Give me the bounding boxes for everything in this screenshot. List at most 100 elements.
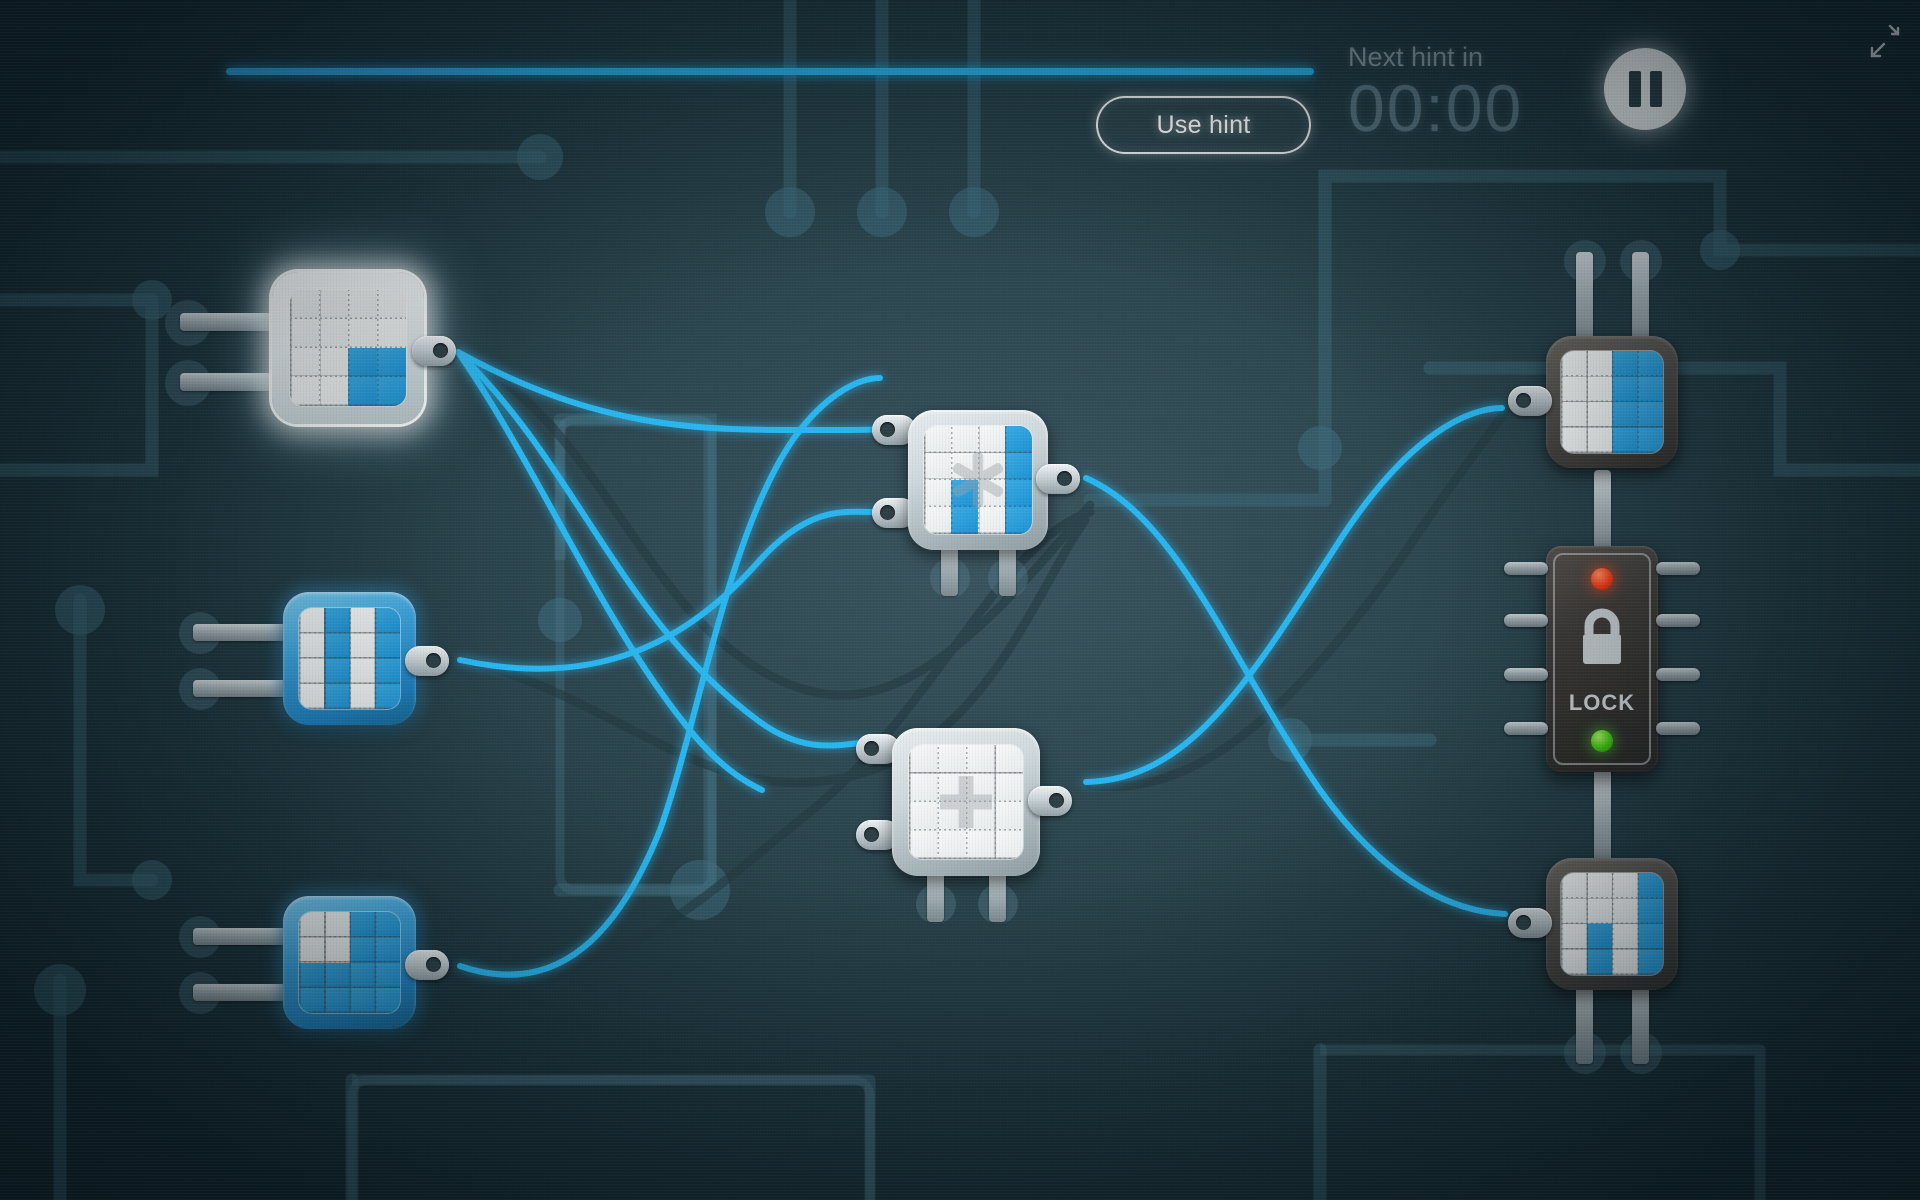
- chip-screen: [909, 745, 1023, 859]
- chip-cell: [1612, 376, 1638, 402]
- chip-target-top[interactable]: [1508, 240, 1678, 468]
- chip-port-left[interactable]: [1508, 908, 1552, 938]
- chip-cell: [324, 987, 350, 1013]
- chip-port-right[interactable]: [1028, 786, 1072, 816]
- shrink-icon[interactable]: [1862, 18, 1908, 64]
- chip-cell: [1005, 480, 1032, 507]
- chip-cell: [349, 608, 375, 634]
- chip-cell: [348, 290, 377, 319]
- chip-cell: [374, 912, 400, 938]
- lock-pin-left: [1504, 722, 1548, 735]
- chip-cell: [924, 480, 951, 507]
- chip-cell: [909, 745, 938, 774]
- chip-gate-plus[interactable]: [856, 728, 1072, 924]
- chip-cell: [349, 683, 375, 709]
- chip-cell: [1561, 898, 1587, 924]
- chip-cell: [374, 683, 400, 709]
- chip-cell: [1612, 427, 1638, 453]
- cable-gate2-target1[interactable]: [1083, 405, 1505, 785]
- chip-cell: [1005, 453, 1032, 480]
- chip-cell: [319, 377, 348, 406]
- chip-cell: [1637, 873, 1663, 899]
- chip-cell: [299, 937, 325, 963]
- chip-pin-left: [193, 680, 289, 697]
- chip-cell: [348, 377, 377, 406]
- chip-target-bottom[interactable]: [1508, 858, 1678, 1074]
- chip-cell: [1637, 898, 1663, 924]
- next-hint-block: Next hint in 00:00: [1348, 42, 1648, 141]
- use-hint-button[interactable]: Use hint: [1096, 96, 1311, 154]
- chip-cell: [1561, 873, 1587, 899]
- chip-cell: [299, 683, 325, 709]
- chip-cell: [324, 633, 350, 659]
- cable-source1-gate2[interactable]: [455, 349, 877, 749]
- chip-cell: [1637, 949, 1663, 975]
- chip-pin-left: [193, 624, 289, 641]
- chip-screen: [290, 290, 406, 406]
- chip-cell: [374, 633, 400, 659]
- chip-cell: [924, 426, 951, 453]
- chip-cell: [1586, 351, 1612, 377]
- cable-gate1-target2[interactable]: [1083, 475, 1508, 917]
- chip-cell: [324, 937, 350, 963]
- chip-cell: [978, 453, 1005, 480]
- chip-cell-grid: [290, 290, 406, 406]
- chip-cell: [1005, 426, 1032, 453]
- next-hint-label: Next hint in: [1348, 42, 1484, 72]
- chip-cell: [1612, 351, 1638, 377]
- lock-pin-left: [1504, 562, 1548, 575]
- chip-cell: [290, 377, 319, 406]
- chip-cell: [1612, 402, 1638, 428]
- chip-cell: [349, 658, 375, 684]
- chip-cell: [1586, 898, 1612, 924]
- chip-cell: [951, 453, 978, 480]
- chip-cell: [374, 987, 400, 1013]
- chip-pin-left: [193, 984, 289, 1001]
- chip-cell: [319, 348, 348, 377]
- chip-cell: [348, 348, 377, 377]
- chip-source-2[interactable]: [179, 592, 449, 725]
- chip-cell: [349, 962, 375, 988]
- pause-icon-bar: [1649, 71, 1662, 107]
- chip-cell: [1586, 873, 1612, 899]
- chip-cell-grid: [909, 745, 1023, 859]
- pause-button[interactable]: [1604, 48, 1686, 130]
- lock-led-red: [1591, 568, 1613, 590]
- chip-cell: [349, 912, 375, 938]
- chip-cell: [374, 658, 400, 684]
- chip-port-right[interactable]: [1036, 464, 1080, 494]
- chip-cell: [966, 830, 995, 859]
- chip-source-1[interactable]: [165, 272, 456, 424]
- chip-cell: [1612, 873, 1638, 899]
- chip-port-right[interactable]: [412, 336, 456, 366]
- cable-source1-loose[interactable]: [455, 349, 765, 793]
- chip-cell: [377, 377, 406, 406]
- chip-pin-top: [1632, 252, 1649, 348]
- chip-cell: [924, 507, 951, 534]
- lock-label: LOCK: [1568, 690, 1636, 715]
- chip-cell: [978, 507, 1005, 534]
- lock-pin-right: [1656, 562, 1700, 575]
- lock-led-green: [1591, 730, 1613, 752]
- chip-cell: [909, 830, 938, 859]
- chip-port-right[interactable]: [405, 950, 449, 980]
- pause-icon-bar: [1628, 71, 1641, 107]
- chip-gate-asterisk[interactable]: [872, 410, 1080, 598]
- chip-cell: [1637, 924, 1663, 950]
- cable-source2-gate1[interactable]: [457, 508, 877, 672]
- chip-port-right[interactable]: [405, 646, 449, 676]
- chip-cell: [349, 633, 375, 659]
- chip-cell-grid: [299, 608, 400, 709]
- chip-cell: [374, 962, 400, 988]
- chip-cell: [937, 773, 966, 802]
- chip-cell: [377, 290, 406, 319]
- chip-cell: [1637, 427, 1663, 453]
- chip-cell: [937, 745, 966, 774]
- chip-pin-left: [180, 373, 276, 391]
- chip-source-3[interactable]: [179, 896, 449, 1029]
- lock-module[interactable]: LOCK: [1504, 546, 1700, 772]
- chip-cell: [1561, 402, 1587, 428]
- chip-cell: [966, 773, 995, 802]
- chip-port-left[interactable]: [1508, 386, 1552, 416]
- chip-cell: [1561, 376, 1587, 402]
